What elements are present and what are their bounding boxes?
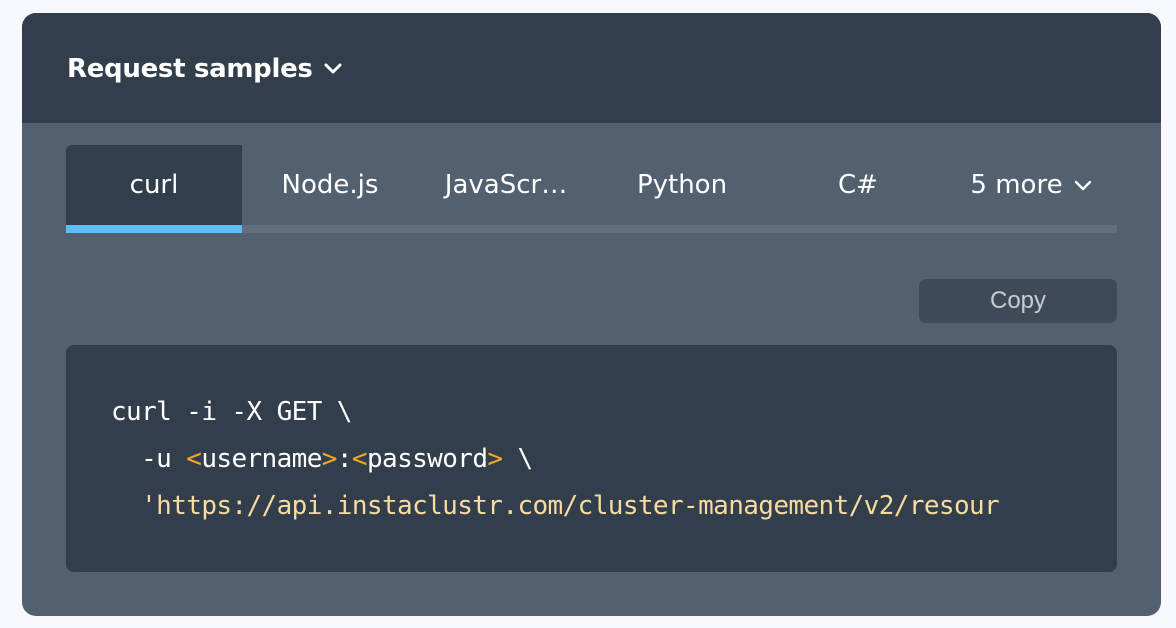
tab-label: curl <box>129 170 179 200</box>
copy-button[interactable]: Copy <box>919 279 1117 323</box>
chevron-down-icon <box>1074 180 1091 191</box>
code-bracket: > <box>321 444 338 474</box>
code-sample: curl -i -X GET \ -u <username>:<password… <box>66 345 1117 572</box>
tab-label: C# <box>838 170 878 200</box>
more-languages-dropdown[interactable]: 5 more <box>946 145 1117 225</box>
tab-curl[interactable]: curl <box>66 145 242 233</box>
tab-label: Python <box>636 170 728 200</box>
tab-csharp[interactable]: C# <box>770 145 946 225</box>
tab-python[interactable]: Python <box>594 145 770 225</box>
code-placeholder-password: password <box>366 444 488 474</box>
language-tabs: curl Node.js JavaScr… Python C# 5 more <box>66 145 1117 233</box>
code-text: curl -i -X GET \ -u <username>:<password… <box>111 389 1000 530</box>
code-placeholder-username: username <box>201 444 322 474</box>
more-languages-label: 5 more <box>970 170 1063 200</box>
code-bracket: < <box>351 444 368 474</box>
code-url-string: 'https://api.instaclustr.com/cluster-man… <box>141 491 1000 521</box>
tab-label: Node.js <box>281 170 379 200</box>
tab-label: JavaScr… <box>444 170 568 200</box>
tab-javascript[interactable]: JavaScr… <box>418 145 594 225</box>
code-continuation: \ <box>502 444 534 474</box>
code-flag: -u <box>111 444 187 474</box>
code-bracket: > <box>487 444 503 474</box>
tab-nodejs[interactable]: Node.js <box>242 145 418 225</box>
request-samples-panel: Request samples curl Node.js JavaScr… Py… <box>22 13 1161 616</box>
panel-title: Request samples <box>67 54 313 84</box>
code-line-1: curl -i -X GET \ <box>111 397 352 427</box>
chevron-down-icon <box>324 63 342 74</box>
code-line-2: -u <username>:<password> \ <box>111 436 999 483</box>
panel-header: Request samples <box>22 13 1161 123</box>
request-samples-toggle[interactable]: Request samples <box>67 51 343 87</box>
code-line-3: 'https://api.instaclustr.com/cluster-man… <box>111 483 1000 530</box>
code-colon: : <box>336 444 353 474</box>
code-bracket: < <box>186 444 202 474</box>
